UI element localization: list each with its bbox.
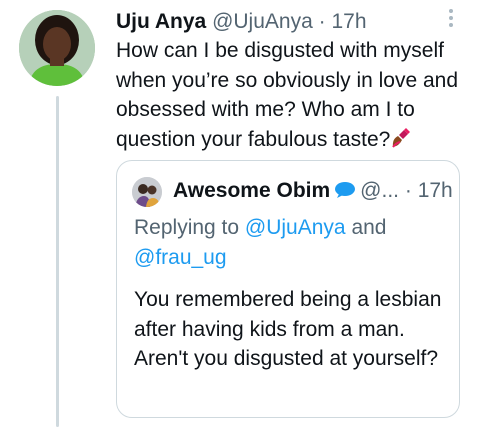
quoted-tweet[interactable]: Awesome Obim @... · 17h Replying to @Uju…: [116, 160, 460, 418]
nail-polish-icon: [390, 127, 412, 149]
thread-line: [56, 96, 59, 427]
quoted-author-name[interactable]: Awesome Obim: [173, 179, 330, 202]
more-options-icon[interactable]: [447, 9, 455, 31]
replying-mention-1[interactable]: @UjuAnya: [245, 216, 346, 239]
author-name[interactable]: Uju Anya: [116, 10, 206, 33]
quoted-header: Awesome Obim @... · 17h: [173, 178, 453, 204]
header-separator: ·: [318, 10, 326, 33]
quoted-author-handle[interactable]: @...: [360, 179, 399, 202]
replying-to-line: Replying to @UjuAnya and @frau_ug: [134, 213, 454, 272]
quoted-tweet-time[interactable]: 17h: [418, 179, 453, 202]
tweet-text: How can I be disgusted with myself when …: [116, 36, 466, 154]
quoted-header-separator: ·: [404, 179, 412, 202]
quoted-tweet-text: You remembered being a lesbian after hav…: [134, 288, 442, 370]
quoted-author-avatar[interactable]: [132, 177, 162, 207]
speech-bubble-icon: [334, 180, 356, 198]
tweet-time[interactable]: 17h: [331, 10, 366, 33]
author-handle[interactable]: @UjuAnya: [212, 10, 313, 33]
replying-and: and: [351, 216, 387, 239]
tweet-header: Uju Anya @UjuAnya · 17h: [116, 9, 440, 35]
avatar-image: [19, 10, 95, 86]
replying-mention-2[interactable]: @frau_ug: [134, 246, 227, 269]
author-avatar[interactable]: [19, 10, 95, 86]
quoted-avatar-image: [132, 177, 162, 207]
replying-prefix: Replying to: [134, 216, 240, 239]
